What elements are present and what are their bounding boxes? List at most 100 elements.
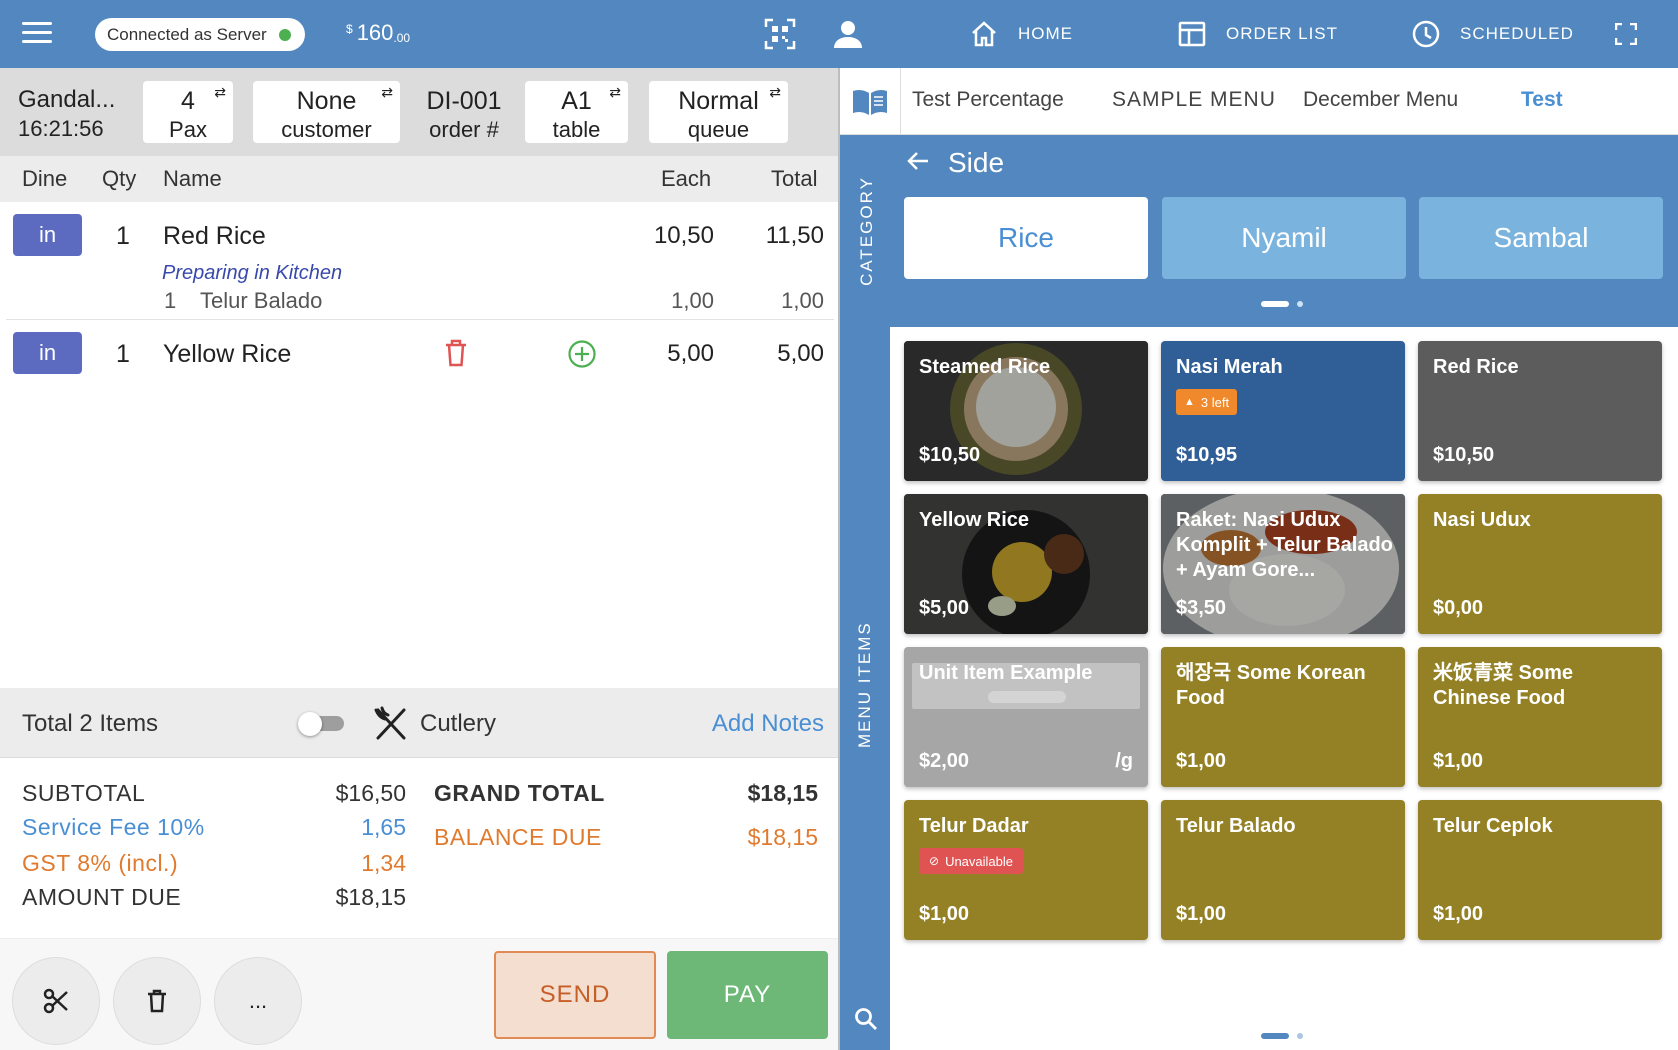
balance-cents: .00: [393, 31, 411, 45]
customer-chip[interactable]: ⇄ None customer: [253, 81, 400, 143]
menu-item-tile[interactable]: Unit Item Example $2,00 /g: [904, 647, 1148, 787]
item-each: 5,00: [667, 340, 714, 367]
order-summary: SUBTOTAL $16,50 Service Fee 10% 1,65 GST…: [0, 758, 838, 938]
menu-item-price: $10,50: [1433, 444, 1495, 466]
menu-item-tile[interactable]: 米饭青菜 Some Chinese Food $1,00: [1418, 647, 1662, 787]
category-pager[interactable]: [1261, 301, 1303, 307]
menu-book-icon[interactable]: [840, 68, 901, 135]
category-button-sambal[interactable]: Sambal: [1419, 197, 1663, 279]
order-number-value: DI-001: [426, 87, 502, 115]
col-dine: Dine: [22, 166, 68, 191]
back-arrow-icon[interactable]: [906, 149, 930, 178]
pax-chip[interactable]: ⇄ 4 Pax: [143, 81, 233, 143]
menu-item-price: $2,00: [919, 750, 970, 772]
menu-item-name: Telur Ceplok: [1433, 815, 1553, 837]
menu-item-tile[interactable]: Red Rice $10,50: [1418, 341, 1662, 481]
menu-icon[interactable]: [22, 22, 52, 46]
menu-item-tile[interactable]: Raket: Nasi Udux Komplit + Telur Balado …: [1161, 494, 1405, 634]
category-button-nyamil[interactable]: Nyamil: [1162, 197, 1406, 279]
swap-icon: ⇄: [769, 84, 781, 100]
order-time: 16:21:56: [18, 116, 104, 141]
balance-due-label: BALANCE DUE: [434, 824, 602, 850]
more-actions-button[interactable]: ...: [214, 957, 302, 1045]
queue-chip[interactable]: ⇄ Normal queue: [649, 81, 788, 143]
add-modifier-icon[interactable]: [567, 339, 597, 374]
qr-code-icon[interactable]: [762, 16, 798, 52]
menu-tab-december-menu[interactable]: December Menu: [1303, 88, 1458, 112]
void-order-button[interactable]: [113, 957, 201, 1045]
menu-tab-test-percentage[interactable]: Test Percentage: [912, 88, 1064, 112]
swap-icon: ⇄: [381, 84, 393, 100]
menu-panel: Test Percentage SAMPLE MENU December Men…: [840, 68, 1678, 1050]
swap-icon: ⇄: [609, 84, 621, 100]
grand-total-label: GRAND TOTAL: [434, 780, 605, 806]
pax-label: Pax: [169, 117, 207, 142]
search-icon[interactable]: [854, 1007, 878, 1036]
menu-item-name: Steamed Rice: [919, 356, 1051, 378]
category-side-bar: CATEGORY: [840, 135, 890, 327]
order-totals-bar: Total 2 Items Cutlery Add Notes: [0, 688, 838, 758]
menu-item-name: Yellow Rice: [919, 509, 1030, 531]
menu-item-price: $5,00: [919, 597, 970, 619]
menu-item-tile[interactable]: Nasi Merah ▲ 3 left $10,95: [1161, 341, 1405, 481]
fullscreen-icon[interactable]: [1608, 16, 1644, 52]
menu-item-tile[interactable]: 해장국 Some Korean Food $1,00: [1161, 647, 1405, 787]
nav-order-list[interactable]: ORDER LIST: [1178, 18, 1338, 50]
table-label: table: [552, 117, 601, 142]
service-fee-label[interactable]: Service Fee 10%: [22, 814, 205, 841]
dine-in-button[interactable]: in: [13, 332, 82, 374]
category-button-rice[interactable]: Rice: [904, 197, 1148, 279]
modifier-total: 1,00: [781, 288, 824, 313]
order-number-label: order #: [429, 117, 499, 142]
col-each: Each: [661, 166, 712, 191]
cutlery-toggle[interactable]: [298, 712, 346, 736]
pay-button[interactable]: PAY: [667, 951, 828, 1039]
connection-status-pill[interactable]: Connected as Server: [95, 18, 305, 51]
menu-item-tile[interactable]: Yellow Rice $5,00: [904, 494, 1148, 634]
menu-item-tile[interactable]: Telur Ceplok $1,00: [1418, 800, 1662, 940]
menu-item-name: 米饭青菜 Some Chinese Food: [1433, 662, 1574, 709]
order-list-icon: [1178, 21, 1206, 47]
col-total: Total: [771, 166, 818, 191]
menu-tab-sample-menu[interactable]: SAMPLE MENU: [1112, 88, 1276, 112]
nav-home[interactable]: HOME: [970, 18, 1073, 50]
menu-item-price: $10,95: [1176, 444, 1238, 466]
item-qty: 1: [116, 222, 130, 250]
menu-items-pager[interactable]: [1261, 1033, 1303, 1039]
menu-item-price: $1,00: [1176, 750, 1227, 772]
order-panel: Gandal... 16:21:56 ⇄ 4 Pax ⇄ None custom…: [0, 68, 838, 1050]
user-icon[interactable]: [830, 16, 866, 52]
split-button[interactable]: [12, 957, 100, 1045]
order-header: Gandal... 16:21:56 ⇄ 4 Pax ⇄ None custom…: [0, 68, 838, 156]
server-name: Gandal...: [18, 86, 116, 113]
balance-currency: $: [346, 22, 353, 36]
menu-item-name: Unit Item Example: [919, 662, 1093, 684]
menu-item-tile[interactable]: Telur Balado $1,00: [1161, 800, 1405, 940]
dine-in-button[interactable]: in: [13, 214, 82, 256]
delete-item-icon[interactable]: [443, 339, 469, 372]
category-side-label: CATEGORY: [857, 176, 876, 286]
table-chip[interactable]: ⇄ A1 table: [525, 81, 628, 143]
menu-item-name: Red Rice: [1433, 356, 1519, 378]
top-bar: Connected as Server $ 160 .00 HOME ORDER…: [0, 0, 1678, 68]
service-fee-value: 1,65: [361, 814, 406, 840]
category-title: Side: [948, 147, 1005, 178]
queue-value: Normal: [678, 87, 759, 115]
nav-scheduled[interactable]: SCHEDULED: [1412, 18, 1574, 50]
menu-item-price: $3,50: [1176, 597, 1227, 619]
menu-item-tile[interactable]: Telur Dadar ⊘ Unavailable $1,00: [904, 800, 1148, 940]
scissors-icon: [43, 988, 68, 1014]
unavailable-label: Unavailable: [945, 853, 1013, 869]
amount-due-value: $18,15: [335, 884, 406, 910]
cutlery-icon: [372, 706, 410, 742]
modifier-qty: 1: [164, 288, 177, 313]
menu-item-tile[interactable]: Nasi Udux $0,00: [1418, 494, 1662, 634]
item-name: Yellow Rice: [163, 340, 292, 368]
menu-item-price: $10,50: [919, 444, 981, 466]
menu-item-tile[interactable]: Steamed Rice $10,50: [904, 341, 1148, 481]
add-notes-link[interactable]: Add Notes: [712, 710, 824, 738]
item-total: 5,00: [777, 340, 824, 367]
menu-item-price: $1,00: [1433, 750, 1484, 772]
send-button[interactable]: SEND: [494, 951, 656, 1039]
menu-tab-test[interactable]: Test: [1521, 88, 1563, 112]
